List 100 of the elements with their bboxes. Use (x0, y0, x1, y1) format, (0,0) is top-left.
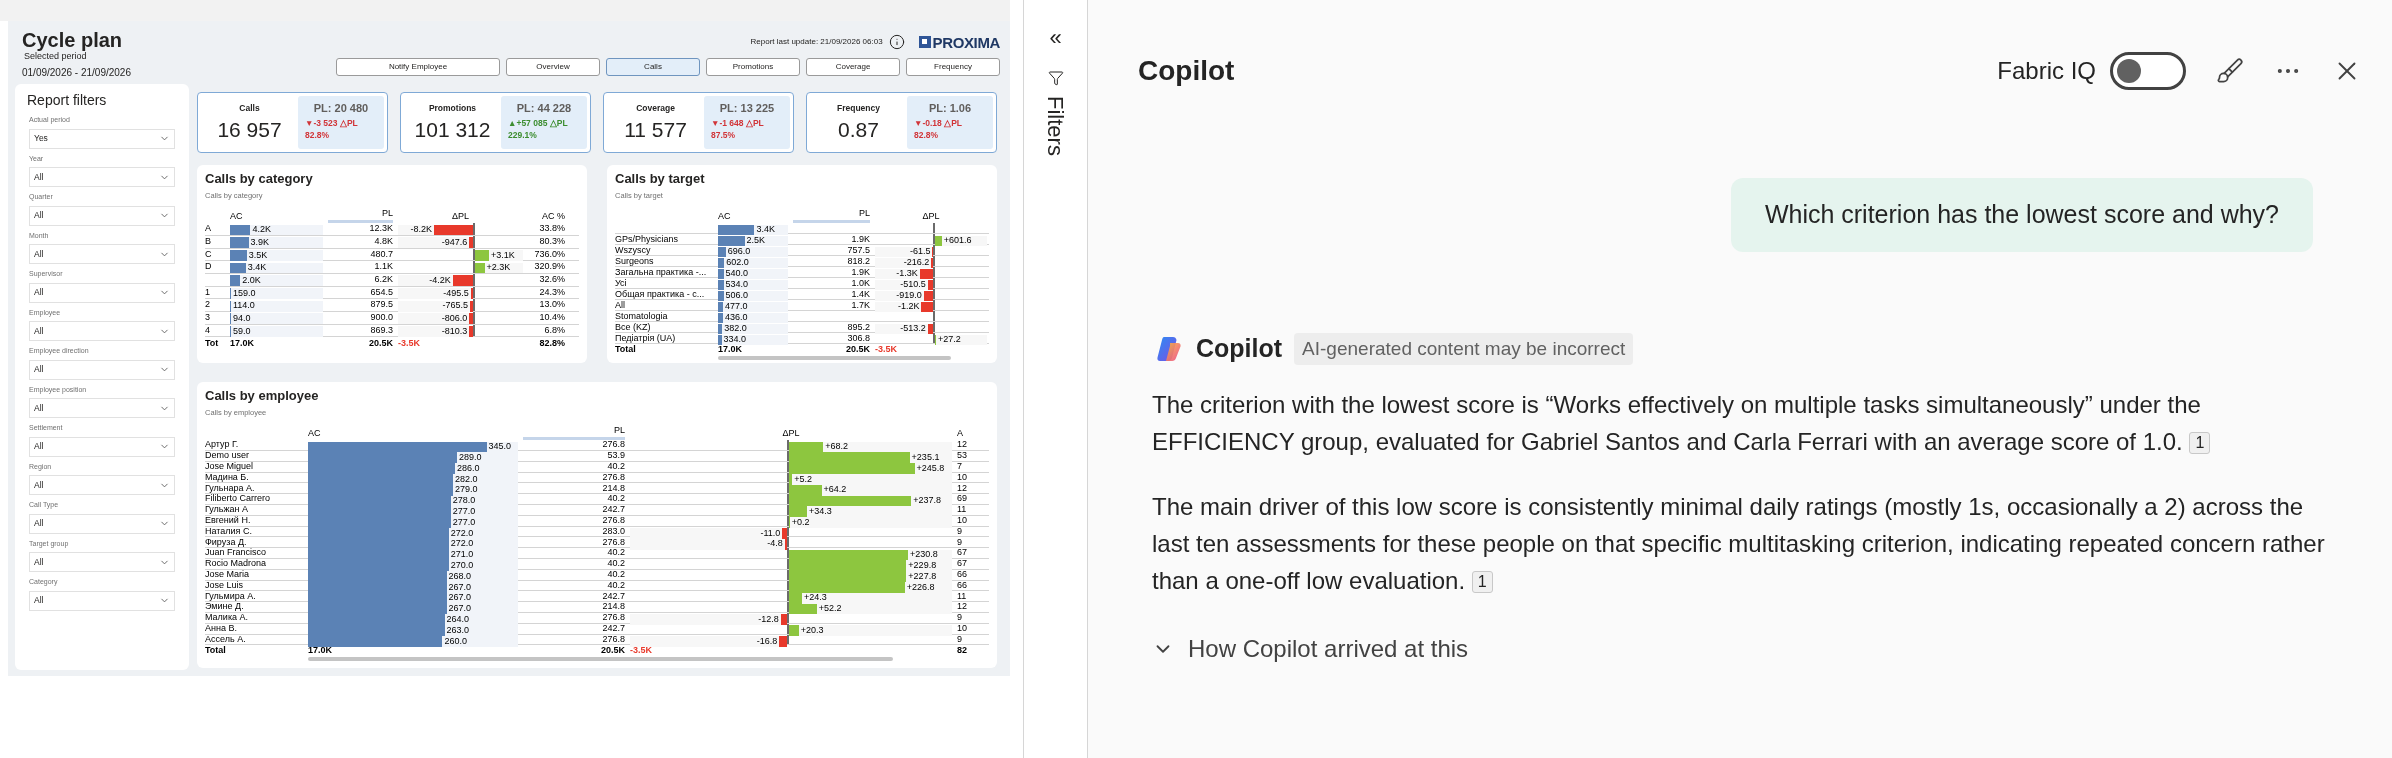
filter-dropdown[interactable]: All (29, 282, 175, 303)
row-label: 2 (205, 298, 210, 312)
row-label: Педіатрія (UA) (615, 332, 676, 345)
ac-value: 264.0 (446, 613, 470, 626)
filter-icon (1047, 70, 1064, 86)
table-cell-text: 24.3% (539, 285, 565, 299)
delta-value: +0.2 (791, 515, 810, 529)
scrollbar[interactable] (308, 657, 893, 662)
table-cell: 1.9K (851, 265, 870, 279)
delta-value: +3.1K (490, 248, 515, 262)
ac-value: 2.0K (242, 274, 261, 287)
info-icon[interactable] (888, 34, 905, 50)
filter-dropdown[interactable]: All (29, 321, 175, 341)
table-cell: 1.1K (374, 260, 393, 274)
ac-value: 477.0 (724, 300, 748, 314)
column-header: PL (614, 423, 625, 437)
delta-value: -3.5K (875, 343, 897, 356)
nav-tab[interactable]: Notify Employee (336, 58, 500, 76)
kpi-percent: 229.1% (508, 129, 538, 142)
filter-dropdown[interactable]: All (29, 244, 175, 264)
row-label: Мадина Б. (205, 471, 249, 484)
kpi-value: 16 957 (217, 116, 282, 143)
table-cell: 6.2K (374, 273, 393, 287)
logo-mark-icon (918, 36, 931, 48)
ac-value: 272.0 (450, 537, 474, 551)
filter-dropdown[interactable]: All (29, 590, 175, 611)
filter-dropdown[interactable]: All (29, 359, 175, 380)
table-cell: 1.7K (851, 298, 870, 312)
ac-value: 3.9K (250, 235, 270, 249)
table-cell-text: 6.8% (544, 323, 565, 337)
kpi-value: 101 312 (414, 116, 491, 143)
table-cell-text: 276.8 (602, 632, 625, 646)
reasoning-toggle[interactable]: How Copilot arrived at this (1152, 630, 1469, 667)
table-cell: 40.2 (607, 546, 625, 560)
card-title: Calls by employee (205, 388, 319, 404)
clear-icon[interactable] (2216, 57, 2244, 85)
table-cell: 1.9K (851, 232, 870, 246)
row-label: Фируза Д. (205, 535, 247, 548)
filter-dropdown[interactable]: All (29, 552, 175, 572)
row-label: Total (205, 644, 226, 658)
kpi-percent: 87.5% (711, 129, 737, 142)
filter-dropdown[interactable]: All (29, 167, 175, 187)
row-label: 4 (205, 323, 210, 337)
delta-value: +229.8 (908, 559, 937, 572)
delta-value: -810.3 (441, 324, 468, 338)
nav-tab[interactable]: Coverage (806, 58, 900, 76)
delta-value: -11.0 (760, 526, 781, 540)
kpi-value: 0.87 (838, 116, 879, 143)
table-cell-text: 9 (957, 524, 962, 538)
response-paragraph: The main driver of this low score is consistently minimal daily ratings (mostly 1s, occasionally a 2) across the last ten assessments for these people on that specific multitasking criterion, indicating repeated concern rather than a one-off low evaluation. 1 (1152, 491, 2326, 596)
citation-link[interactable]: 1 (1471, 571, 1493, 594)
delta-value: +227.8 (908, 569, 937, 583)
delta-value: -513.2 (900, 322, 926, 336)
ac-value: 3.5K (248, 248, 268, 262)
table-cell: 11 (957, 503, 967, 517)
ac-value: 94.0 (232, 312, 251, 326)
citation-link[interactable]: 1 (2189, 432, 2211, 455)
nav-tab[interactable]: Promotions (706, 58, 800, 76)
filter-dropdown[interactable]: All (29, 398, 175, 418)
pane-label[interactable]: Filters (1039, 96, 1072, 156)
delta-value: -1.3K (896, 267, 918, 281)
delta-value: -765.5 (442, 299, 468, 313)
ac-value: 278.0 (452, 494, 476, 508)
table-cell: 20.5K (600, 644, 625, 658)
filter-dropdown[interactable]: All (29, 436, 175, 457)
table-cell: 13.0% (539, 298, 565, 312)
disclaimer-badge: AI-generated content may be incorrect (1294, 332, 1634, 365)
row-label: Евгений Н. (205, 514, 251, 527)
nav-tab[interactable]: Overview (506, 58, 600, 76)
last-update: Report last update: 21/09/2026 06:03 (750, 36, 883, 48)
ac-value: 345.0 (488, 440, 512, 454)
filter-dropdown[interactable]: All (29, 513, 175, 534)
table-cell: 17.0K (308, 644, 333, 658)
delta-value: -947.6 (441, 235, 468, 249)
table-cell-text: 9 (957, 632, 962, 646)
table-cell: 82.8% (539, 337, 565, 351)
row-label: Усі (615, 276, 627, 290)
filter-dropdown[interactable]: Yes (29, 128, 175, 149)
ac-value: 279.0 (454, 483, 478, 497)
row-label: Demo user (205, 449, 249, 462)
delta-value: +68.2 (825, 440, 848, 454)
scrollbar[interactable] (718, 356, 951, 361)
delta-value: -3.5K (630, 644, 652, 658)
filter-dropdown[interactable]: All (29, 475, 175, 495)
kpi-percent: 82.8% (914, 129, 940, 142)
row-label: Ассель А. (205, 632, 246, 646)
toggle-switch[interactable] (2110, 52, 2186, 90)
ac-value: 534.0 (725, 278, 749, 292)
filter-dropdown[interactable]: All (29, 205, 175, 226)
table-cell-text: 283.0 (602, 524, 625, 538)
table-cell: 32.6% (539, 273, 565, 287)
row-label: Total (615, 343, 636, 356)
nav-tab[interactable]: Calls (606, 58, 700, 76)
delta-value: -1.2K (897, 300, 920, 314)
table-cell-text: 9 (957, 535, 962, 549)
column-header: AC (308, 427, 321, 438)
row-label: Эмине Д. (205, 601, 244, 614)
row-label: Наталия С. (205, 524, 252, 538)
nav-tab[interactable]: Frequency (906, 58, 1000, 76)
expand-button[interactable]: « (1049, 26, 1062, 50)
